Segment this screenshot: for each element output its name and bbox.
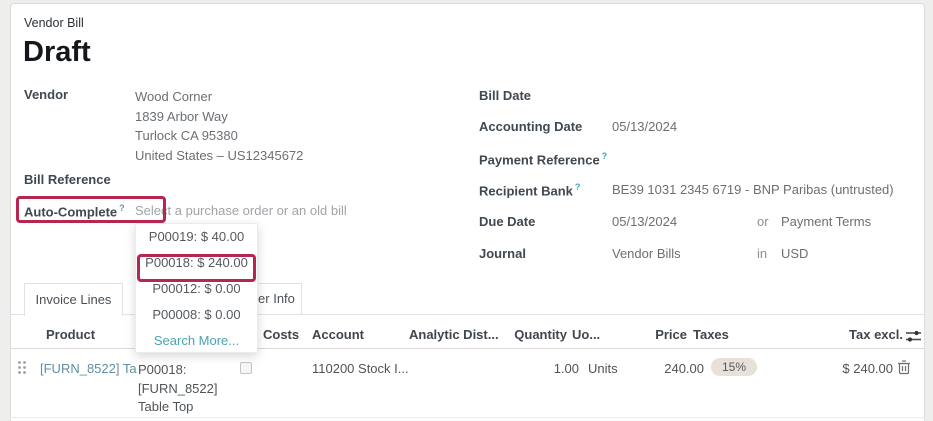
column-header-account: Account [312, 327, 364, 342]
row-uom-cell[interactable]: Units [588, 361, 618, 376]
autocomplete-label: Auto-Complete? [24, 203, 125, 219]
column-header-product: Product [46, 327, 95, 342]
row-product-link[interactable]: [FURN_8522] Tabl [40, 361, 137, 376]
accounting-date-label: Accounting Date [479, 119, 582, 134]
column-header-quantity: Quantity [514, 327, 567, 342]
column-header-analytic-distribution: Analytic Dist... [409, 327, 499, 342]
recipient-bank-value[interactable]: BE39 1031 2345 6719 - BNP Paribas (untru… [612, 182, 894, 197]
tab-invoice-lines[interactable]: Invoice Lines [24, 283, 123, 316]
vendor-value[interactable]: Wood Corner 1839 Arbor Way Turlock CA 95… [135, 87, 303, 165]
autocomplete-dropdown: P00019: $ 40.00 P00018: $ 240.00 P00012:… [135, 223, 258, 353]
dropdown-item-highlighted[interactable]: P00018: $ 240.00 [136, 250, 257, 276]
due-date-value[interactable]: 05/13/2024 [612, 214, 677, 229]
bill-reference-label: Bill Reference [24, 172, 111, 187]
dropdown-item[interactable]: P00019: $ 40.00 [136, 224, 257, 250]
help-icon: ? [119, 203, 125, 213]
row-quantity-cell[interactable]: 1.00 [554, 361, 579, 376]
row-label-cell[interactable]: P00018: [FURN_8522] Table Top [138, 361, 233, 417]
optional-columns-icon[interactable] [905, 329, 922, 347]
bill-date-label: Bill Date [479, 88, 531, 103]
vendor-name[interactable]: Wood Corner [135, 87, 303, 107]
autocomplete-input[interactable]: Select a purchase order or an old bill [135, 203, 347, 218]
help-icon: ? [602, 151, 608, 161]
currency-value[interactable]: USD [781, 246, 808, 261]
journal-value[interactable]: Vendor Bills [612, 246, 681, 261]
due-date-label: Due Date [479, 214, 535, 229]
vendor-bill-form: Vendor Bill Draft Vendor Wood Corner 183… [0, 0, 933, 421]
vendor-city: Turlock CA 95380 [135, 126, 303, 146]
help-icon: ? [575, 182, 581, 192]
search-more-link[interactable]: Search More... [136, 328, 257, 354]
journal-label: Journal [479, 246, 526, 261]
delete-row-icon[interactable] [897, 359, 911, 378]
row-price-cell[interactable]: 240.00 [664, 361, 704, 376]
status-title: Draft [23, 36, 91, 69]
payment-reference-label: Payment Reference? [479, 151, 607, 167]
accounting-date-value[interactable]: 05/13/2024 [612, 119, 677, 134]
vendor-label: Vendor [24, 87, 68, 102]
column-header-tax-excl: Tax excl. [849, 327, 903, 342]
row-bottom-divider [10, 417, 925, 418]
drag-handle-icon[interactable] [17, 360, 27, 378]
document-type-label: Vendor Bill [24, 16, 84, 30]
vendor-country: United States – US12345672 [135, 146, 303, 166]
payment-terms-input[interactable]: Payment Terms [781, 214, 871, 229]
row-tax-excl-cell: $ 240.00 [842, 361, 893, 376]
column-header-price: Price [655, 327, 687, 342]
recipient-bank-label: Recipient Bank? [479, 182, 580, 198]
row-tax-badge[interactable]: 15% [711, 358, 757, 376]
dropdown-item[interactable]: P00012: $ 0.00 [136, 276, 257, 302]
or-text: or [757, 214, 769, 229]
in-text: in [757, 246, 767, 261]
column-header-costs: Costs [263, 327, 299, 342]
column-header-taxes: Taxes [693, 327, 729, 342]
vendor-street: 1839 Arbor Way [135, 107, 303, 127]
column-header-uom: Uo... [572, 327, 600, 342]
row-account-cell[interactable]: 110200 Stock I... [312, 361, 409, 376]
dropdown-item[interactable]: P00008: $ 0.00 [136, 302, 257, 328]
row-costs-checkbox[interactable] [240, 362, 252, 374]
